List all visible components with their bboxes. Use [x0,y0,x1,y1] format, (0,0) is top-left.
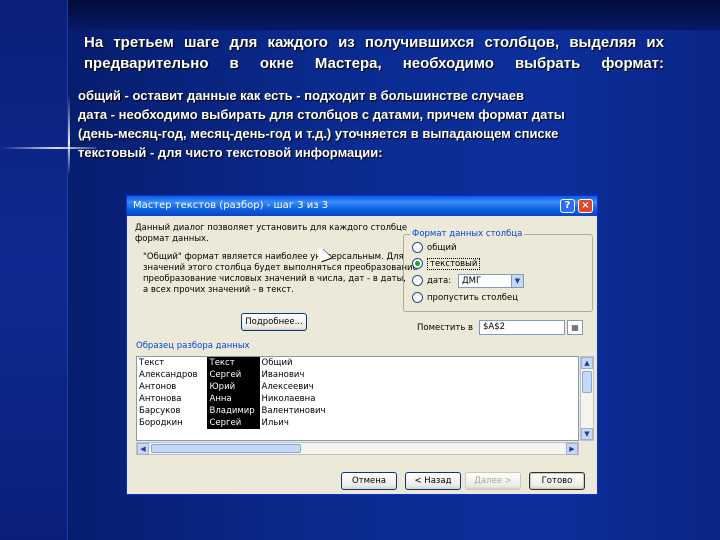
radio-general[interactable]: общий [412,241,457,254]
radio-button[interactable] [412,275,423,286]
description-line: формат данных. [135,234,209,244]
table-row: Антонов Юрий Алексеевич [137,381,379,393]
slide-bullets: общий - оставит данные как есть - подход… [78,86,658,162]
preview-cell-selected: Анна [207,393,260,405]
scroll-right-icon[interactable]: ▶ [566,443,578,455]
preview-header[interactable]: Текст [137,357,208,369]
preview-cell: Александров [137,369,208,381]
preview-cell-selected: Сергей [207,417,260,429]
scroll-thumb[interactable] [151,444,301,453]
table-row: Бородкин Сергей Ильич [137,417,379,429]
table-row: Антонова Анна Николаевна [137,393,379,405]
preview-cell: Николаевна [261,394,316,404]
back-button[interactable]: < Назад [405,472,461,490]
radio-label: общий [427,242,457,253]
decorative-vertical-line [68,95,70,175]
preview-cell: Валентинович [261,406,326,416]
scroll-up-icon[interactable]: ▲ [581,357,593,369]
radio-button[interactable] [412,292,423,303]
preview-header[interactable]: Общий [259,357,379,369]
dialog-titlebar: Мастер текстов (разбор) - шаг 3 из 3 [127,196,597,216]
radio-label: пропустить столбец [427,292,519,303]
radio-date[interactable]: дата: ДМГ ▼ [412,274,582,288]
chevron-down-icon[interactable]: ▼ [511,275,523,287]
heading-line: На третьем шаге для каждого из получивши… [84,34,664,51]
radio-text[interactable]: текстовый [412,257,481,270]
preview-horizontal-scrollbar[interactable]: ◀ ▶ [136,442,579,455]
destination-label: Поместить в [417,323,474,333]
preview-vertical-scrollbar[interactable]: ▲ ▼ [580,356,594,441]
note-line: значений этого столбца будет выполняться… [143,263,418,273]
dialog-title: Мастер текстов (разбор) - шаг 3 из 3 [133,200,329,211]
preview-cell: Алексеевич [261,382,314,392]
range-picker-icon[interactable]: ▦ [567,320,583,335]
preview-cell: Иванович [261,370,305,380]
destination-input[interactable]: $A$2 [479,320,565,335]
details-button[interactable]: Подробнее... [241,313,307,331]
bullet-date-detail: (день-месяц-год, месяц-день-год и т.д.) … [78,126,559,141]
scroll-down-icon[interactable]: ▼ [581,428,593,440]
column-format-group: Формат данных столбца общий текстовый да… [403,229,593,312]
preview-cell-selected: Владимир [207,405,260,417]
preview-table: Текст Текст Общий Александров Сергей Ива… [137,357,379,429]
radio-button[interactable] [412,242,423,253]
table-row: Александров Сергей Иванович [137,369,379,381]
preview-label: Образец разбора данных [136,341,250,351]
description-line: Данный диалог позволяет установить для к… [135,223,408,233]
radio-skip-column[interactable]: пропустить столбец [412,291,518,304]
note-line: "Общий" формат является наиболее универс… [143,252,404,262]
column-format-legend: Формат данных столбца [410,229,525,239]
radio-button-checked[interactable] [412,258,423,269]
bullet-text: текстовый - для чисто текстовой информац… [78,145,383,160]
note-line: а всех прочих значений - в текст. [143,285,294,295]
help-button[interactable]: ? [560,199,575,213]
preview-cell: Антонов [137,381,208,393]
bullet-general: общий - оставит данные как есть - подход… [78,88,524,103]
preview-header-selected[interactable]: Текст [207,357,260,369]
text-import-wizard-dialog: Мастер текстов (разбор) - шаг 3 из 3 ? ×… [126,195,598,495]
date-format-value: ДМГ [462,276,482,286]
heading-line: предварительно в окне Мастера, необходим… [84,55,664,72]
radio-label: дата: [427,275,452,286]
general-format-note: "Общий" формат является наиболее универс… [143,252,418,296]
slide-left-strip [0,0,68,540]
preview-header-row: Текст Текст Общий [137,357,379,369]
radio-label: текстовый [427,257,481,270]
note-line: преобразование числовых значений в числа… [143,274,406,284]
table-row: Барсуков Владимир Валентинович [137,405,379,417]
slide-top-band [0,0,720,30]
scroll-left-icon[interactable]: ◀ [137,443,149,455]
preview-cell: Барсуков [137,405,208,417]
cancel-button[interactable]: Отмена [341,472,397,490]
preview-cell: Бородкин [137,417,208,429]
date-format-select[interactable]: ДМГ ▼ [458,274,524,288]
finish-button[interactable]: Готово [529,472,585,490]
preview-cell-selected: Юрий [207,381,260,393]
dialog-description: Данный диалог позволяет установить для к… [135,223,408,245]
preview-cell: Антонова [137,393,208,405]
next-button[interactable]: Далее > [465,472,521,490]
preview-cell-selected: Сергей [207,369,260,381]
data-preview[interactable]: Текст Текст Общий Александров Сергей Ива… [136,356,579,441]
preview-cell: Ильич [261,418,289,428]
bullet-date: дата - необходимо выбирать для столбцов … [78,107,565,122]
close-button[interactable]: × [578,199,593,213]
scroll-thumb[interactable] [582,371,592,393]
slide-heading: На третьем шаге для каждого из получивши… [84,32,664,74]
